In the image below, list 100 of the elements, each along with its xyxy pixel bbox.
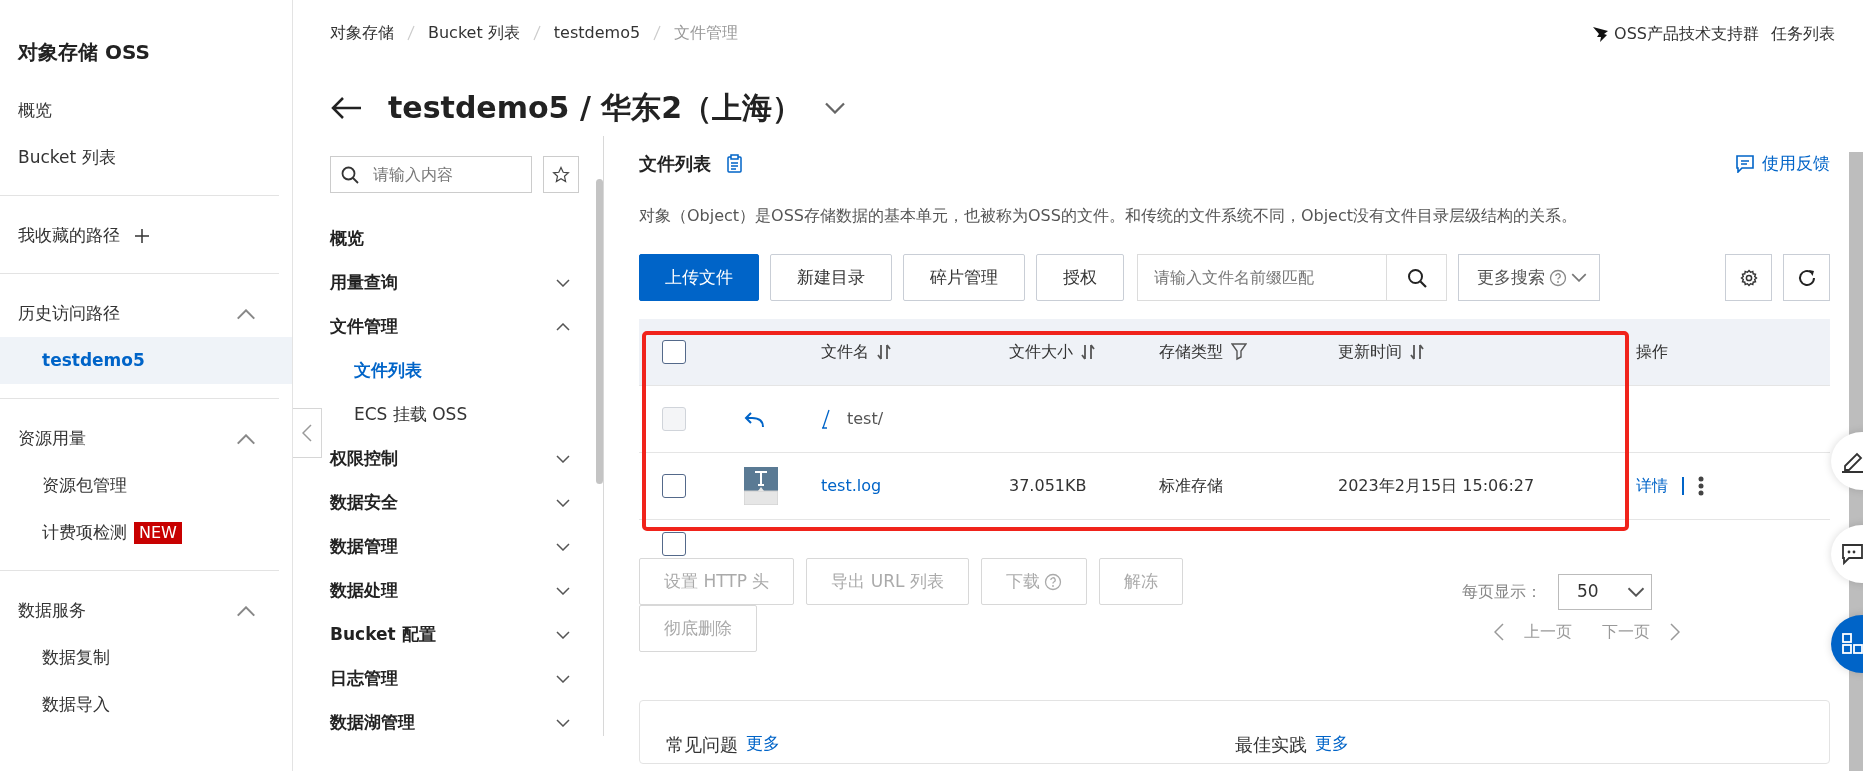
description-text: 对象（Object）是OSS存储数据的基本单元，也被称为OSS的文件。和传统的文件系统不同，Object没有文件目录层级结构的关系。 [639,205,1579,227]
section-title: 常见问题 [666,732,738,757]
chevron-down-icon[interactable] [556,587,570,595]
scrollbar-thumb[interactable] [596,179,603,484]
toolbar-button[interactable]: 上传文件 [639,254,759,301]
refresh-icon [1796,267,1817,288]
more-search-button[interactable]: 更多搜索 [1458,254,1600,301]
breadcrumb-link[interactable]: testdemo5 [553,21,641,45]
sidebar-item[interactable]: 数据复制 [0,634,292,681]
details-link[interactable]: 详情 [1636,474,1668,498]
column-header: 操作 [1636,341,1668,363]
nav-item[interactable]: 数据处理 [330,569,588,613]
sidebar-item-label[interactable]: 计费项检测 [42,519,127,546]
return-arrow-icon[interactable] [744,411,764,428]
column-header[interactable]: 文件名 [821,340,869,364]
chevron-down-icon[interactable] [556,455,570,463]
back-arrow-icon[interactable] [330,95,362,120]
sidebar-link[interactable]: 概览 [0,87,292,134]
nav-item[interactable]: 数据安全 [330,481,588,525]
panel-title: 文件列表 [639,152,711,176]
star-icon [552,165,570,184]
search-field[interactable]: 请输入文件名前缀匹配 [1137,254,1447,301]
nav-item[interactable]: 数据管理 [330,525,588,569]
clipboard-icon[interactable] [727,154,742,173]
toolbar-button[interactable]: 新建目录 [770,254,892,301]
collapse-handle[interactable] [293,408,322,458]
page-size-select[interactable]: 50 [1558,574,1652,610]
refresh-button[interactable] [1783,254,1830,301]
chevron-up-icon[interactable] [236,308,256,320]
chevron-down-icon[interactable] [556,631,570,639]
checkbox[interactable] [662,340,686,364]
sort-icon[interactable] [1410,344,1424,360]
section-heading: 数据服务 [18,599,86,623]
sidebar-item[interactable]: testdemo5 [0,337,292,384]
column-header[interactable]: 文件大小 [1009,340,1073,364]
settings-icon [1739,268,1758,287]
slash-icon[interactable] [821,409,831,429]
chevron-up-icon[interactable] [236,605,256,617]
sort-icon[interactable] [1081,344,1095,360]
add-icon[interactable] [134,228,150,244]
apps-icon [1841,632,1863,656]
breadcrumb-link[interactable]: 对象存储 [330,21,394,45]
chevron-down-icon[interactable] [556,499,570,507]
sidebar-item[interactable]: 数据导入 [0,681,292,728]
sidebar-title: 对象存储 OSS [16,39,151,66]
chevron-down-icon[interactable] [556,279,570,287]
chevron-left-icon[interactable] [302,424,312,442]
page-title: testdemo5 / 华东2（上海） [388,89,803,127]
search-icon [341,165,359,184]
more-link[interactable]: 更多 [746,731,780,757]
nav-item[interactable]: 文件管理 [330,305,588,349]
nav-subitem[interactable]: ECS 挂载 OSS [330,393,580,437]
chat-icon [1841,542,1863,566]
chevron-up-icon[interactable] [556,323,570,331]
breadcrumb-separator [653,25,662,41]
help-icon [1549,268,1567,287]
updated-time: 2023年2月15日 15:06:27 [1338,475,1536,497]
column-header[interactable]: 存储类型 [1159,340,1223,364]
column-header[interactable]: 更新时间 [1338,340,1402,364]
section-title: 最佳实践 [1234,732,1307,757]
sidebar-item[interactable]: 资源包管理 [0,462,292,509]
chevron-down-icon [1571,273,1587,282]
checkbox[interactable] [662,532,686,556]
nav-item[interactable]: 日志管理 [330,657,588,701]
nav-item[interactable]: 权限控制 [330,437,588,481]
sort-icon[interactable] [877,344,891,360]
more-link[interactable]: 更多 [1314,731,1349,757]
nav-item[interactable]: 用量查询 [330,261,588,305]
toolbar-button[interactable]: 授权 [1036,254,1124,301]
favorite-button[interactable] [543,156,579,193]
folder-path: test/ [847,408,884,430]
breadcrumb-separator [532,25,541,41]
page-size-label: 每页显示： [1462,581,1542,603]
breadcrumb-link[interactable]: Bucket 列表 [428,21,520,45]
top-link[interactable]: 任务列表 [1771,22,1835,46]
chevron-down-icon[interactable] [556,719,570,727]
nav-subitem[interactable]: 文件列表 [330,349,580,393]
chevron-down-icon[interactable] [556,675,570,683]
more-icon[interactable] [1698,476,1704,496]
settings-button[interactable] [1725,254,1772,301]
sidebar-link[interactable]: Bucket 列表 [0,134,292,181]
checkbox[interactable] [662,474,686,498]
chevron-right-icon [1670,623,1680,641]
chevron-up-icon[interactable] [236,433,256,445]
section-heading: 我收藏的路径 [18,224,120,248]
section-heading: 资源用量 [18,427,86,451]
filter-icon[interactable] [1231,343,1247,361]
feedback-link[interactable]: 使用反馈 [1736,150,1830,177]
file-size: 37.051KB [1009,475,1088,497]
file-name-link[interactable]: test.log [821,474,1009,498]
top-link[interactable]: OSS产品技术支持群 [1592,22,1759,46]
nav-item[interactable]: 概览 [330,217,588,261]
search-field[interactable]: 请输入内容 [330,156,532,193]
text-file-icon [744,467,778,505]
nav-item[interactable]: Bucket 配置 [330,613,588,657]
nav-item[interactable]: 数据湖管理 [330,701,588,745]
breadcrumb-separator [407,25,415,41]
toolbar-button[interactable]: 碎片管理 [903,254,1025,301]
chevron-down-icon[interactable] [824,101,847,114]
chevron-down-icon[interactable] [556,543,570,551]
